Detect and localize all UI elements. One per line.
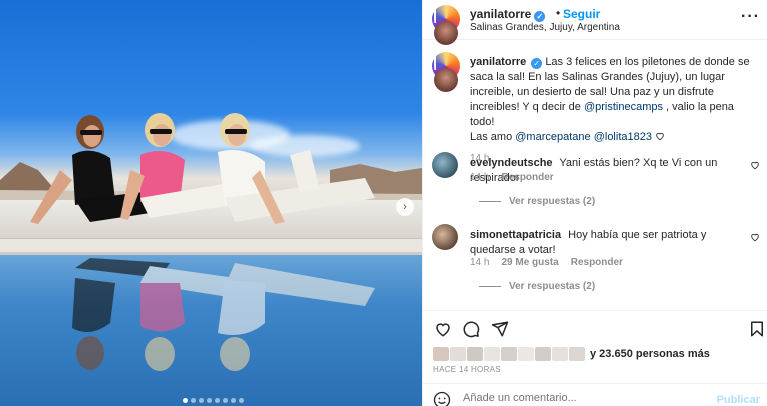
add-comment-bar: Publicar [423, 383, 767, 406]
heart-icon[interactable] [434, 320, 452, 338]
comment-meta: 14 h Responder [470, 172, 554, 183]
mention-link[interactable]: @pristinecamps [584, 101, 663, 113]
carousel-dot [231, 398, 236, 403]
post-actions-bar [423, 310, 767, 344]
carousel-dot [215, 398, 220, 403]
carousel-dot [199, 398, 204, 403]
author-username-text: yanilatorre [470, 7, 532, 21]
follow-button[interactable]: Seguir [563, 7, 600, 21]
liker-thumbnail [467, 347, 483, 361]
reply-button[interactable]: Responder [501, 172, 553, 183]
share-icon[interactable] [491, 320, 509, 338]
mention-link[interactable]: @lolita1823 [594, 131, 652, 143]
next-photo-button[interactable]: › [396, 198, 414, 216]
chevron-right-icon: › [403, 201, 407, 213]
post-photo[interactable]: › [0, 0, 422, 406]
author-username[interactable]: yanilatorre ✓ [470, 7, 546, 22]
liker-thumbnail [433, 347, 449, 361]
caption-username[interactable]: yanilatorre [470, 56, 526, 68]
pool-edge [0, 238, 422, 252]
carousel-dots [183, 398, 244, 403]
carousel-dot [207, 398, 212, 403]
liker-thumbnail [569, 347, 585, 361]
author-avatar[interactable] [432, 5, 460, 61]
heart-icon[interactable] [750, 232, 760, 242]
bookmark-icon[interactable] [748, 320, 766, 338]
liker-thumbnail [552, 347, 568, 361]
carousel-dot [239, 398, 244, 403]
view-replies-label: Ver respuestas (2) [509, 196, 596, 207]
emoji-icon[interactable] [433, 391, 451, 406]
mention-link[interactable]: @marcepatane [515, 131, 590, 143]
header-separator: • [556, 6, 561, 20]
verified-badge-icon: ✓ [534, 11, 546, 22]
reply-button[interactable]: Responder [571, 257, 623, 268]
carousel-dot [191, 398, 196, 403]
post-side-panel: yanilatorre ✓ • Seguir Salinas Grandes, J… [422, 0, 767, 406]
heart-icon [656, 132, 664, 141]
posted-time[interactable]: HACE 14 HORAS [433, 365, 501, 374]
view-replies-button[interactable]: Ver respuestas (2) [479, 196, 595, 207]
liker-thumbnail [501, 347, 517, 361]
carousel-dot [183, 398, 188, 403]
heart-icon[interactable] [750, 160, 760, 170]
comment-username[interactable]: simonettapatricia [470, 229, 561, 241]
liker-thumbnail [518, 347, 534, 361]
post-location[interactable]: Salinas Grandes, Jujuy, Argentina [470, 22, 620, 33]
replies-divider [479, 286, 501, 287]
caption-body-3: Las amo [470, 131, 513, 143]
view-replies-label: Ver respuestas (2) [509, 281, 596, 292]
comment-icon[interactable] [462, 320, 480, 338]
water-reflection [72, 258, 375, 371]
comment-likes[interactable]: 29 Me gusta [501, 257, 558, 268]
liker-thumbnail [484, 347, 500, 361]
carousel-dot [223, 398, 228, 403]
comment-username[interactable]: evelyndeutsche [470, 157, 553, 169]
liker-thumbnail [535, 347, 551, 361]
comment-input[interactable] [463, 392, 713, 404]
likes-count[interactable]: y 23.650 personas más [590, 348, 710, 360]
caption-avatar[interactable] [432, 52, 460, 108]
comment-meta: 14 h 29 Me gusta Responder [470, 257, 623, 268]
liker-thumbnail [450, 347, 466, 361]
replies-divider [479, 201, 501, 202]
post-header: yanilatorre ✓ • Seguir Salinas Grandes, J… [423, 0, 767, 61]
comment-body: simonettapatricia Hoy había que ser patr… [470, 228, 745, 258]
comment-time[interactable]: 14 h [470, 257, 489, 268]
verified-badge-icon: ✓ [531, 58, 543, 69]
commenter-avatar[interactable] [432, 224, 458, 250]
commenter-avatar[interactable] [432, 152, 458, 178]
people-group [30, 113, 375, 224]
caption-text: yanilatorre ✓ Las 3 felices en los pileto… [470, 55, 760, 166]
more-options-icon[interactable]: ··· [741, 8, 760, 26]
comment-time[interactable]: 14 h [470, 172, 489, 183]
likes-summary[interactable]: y 23.650 personas más [433, 347, 710, 361]
post-comment-button[interactable]: Publicar [717, 394, 760, 406]
view-replies-button[interactable]: Ver respuestas (2) [479, 281, 595, 292]
